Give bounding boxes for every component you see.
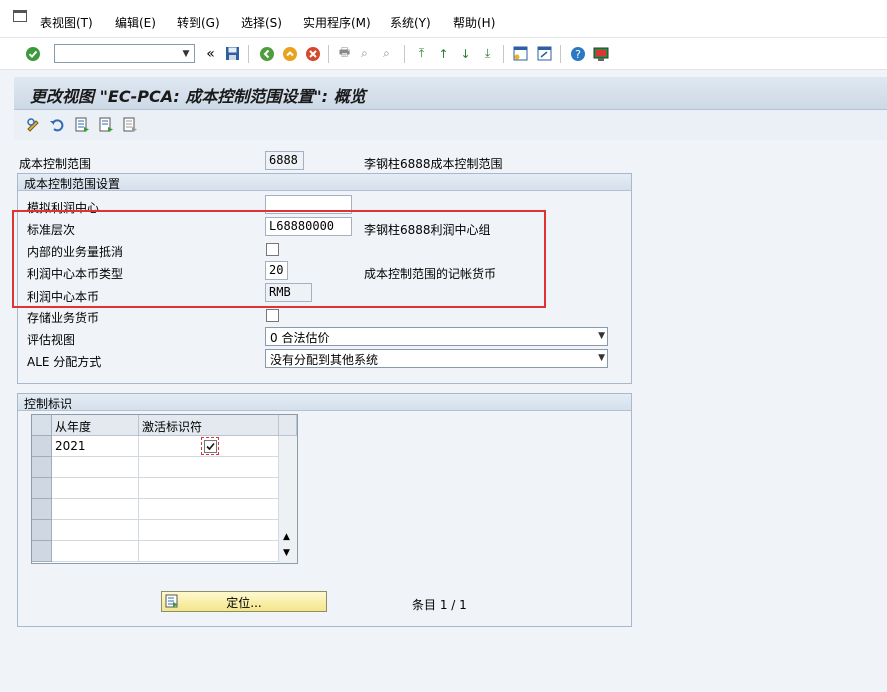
controlling-area-field: 6888 bbox=[265, 151, 304, 170]
settings-group-title: 成本控制范围设置 bbox=[18, 174, 631, 191]
shortcut-icon[interactable] bbox=[536, 45, 553, 62]
active-checkbox[interactable] bbox=[204, 440, 217, 453]
controlling-area-desc: 李钢柱6888成本控制范围 bbox=[364, 157, 503, 171]
position-button[interactable]: 定位... bbox=[161, 591, 327, 612]
table-cell-year[interactable] bbox=[52, 478, 139, 499]
menu-help[interactable]: 帮助(H) bbox=[453, 14, 495, 31]
save-icon[interactable] bbox=[224, 45, 241, 62]
find-icon[interactable]: ⌕ bbox=[356, 45, 373, 62]
help-icon[interactable]: ? bbox=[569, 45, 586, 62]
table-cell-year[interactable]: 2021 bbox=[52, 436, 139, 457]
command-dropdown-icon[interactable]: ▼ bbox=[178, 45, 194, 62]
menu-table-view[interactable]: 表视图(T) bbox=[40, 14, 93, 31]
menu-select[interactable]: 选择(S) bbox=[241, 14, 282, 31]
customize-layout-icon[interactable] bbox=[592, 45, 609, 62]
row-selector[interactable] bbox=[32, 457, 52, 478]
column-header-active-indicator[interactable]: 激活标识符 bbox=[139, 415, 279, 436]
table-cell-active bbox=[139, 436, 279, 457]
page-title: 更改视图 "EC-PCA: 成本控制范围设置": 概览 bbox=[30, 87, 366, 106]
table-select-all[interactable] bbox=[32, 415, 52, 436]
select-all-icon[interactable] bbox=[74, 117, 90, 133]
menu-edit[interactable]: 编辑(E) bbox=[115, 14, 156, 31]
previous-page-icon[interactable]: ↑ bbox=[435, 45, 452, 62]
table-cell-active[interactable] bbox=[139, 520, 279, 541]
command-field[interactable]: ▼ bbox=[54, 44, 195, 63]
title-bar: 更改视图 "EC-PCA: 成本控制范围设置": 概览 bbox=[14, 77, 887, 110]
row-selector[interactable] bbox=[32, 478, 52, 499]
print-icon[interactable]: 🖶 bbox=[336, 45, 353, 62]
create-session-icon[interactable] bbox=[512, 45, 529, 62]
ale-distribution-value: 没有分配到其他系统 bbox=[270, 353, 379, 367]
highlight-box bbox=[12, 210, 546, 308]
table-cell-year[interactable] bbox=[52, 520, 139, 541]
control-table: 从年度 激活标识符 2021 ▲ ▼ bbox=[31, 414, 298, 564]
valuation-view-select[interactable]: 0 合法估价 ▼ bbox=[265, 327, 608, 346]
chevron-down-icon[interactable]: ▼ bbox=[598, 331, 605, 341]
menu-goto[interactable]: 转到(G) bbox=[177, 14, 220, 31]
table-cell-active[interactable] bbox=[139, 541, 279, 562]
position-icon bbox=[165, 594, 179, 608]
valuation-view-label: 评估视图 bbox=[27, 333, 76, 347]
exit-icon[interactable] bbox=[281, 45, 298, 62]
column-settings-icon[interactable] bbox=[279, 415, 297, 436]
deselect-all-icon[interactable] bbox=[122, 117, 138, 133]
ale-distribution-label: ALE 分配方式 bbox=[27, 355, 102, 369]
position-button-label: 定位... bbox=[226, 596, 262, 610]
back-icon[interactable] bbox=[258, 45, 275, 62]
table-cell-active[interactable] bbox=[139, 499, 279, 520]
scroll-down-icon[interactable]: ▼ bbox=[283, 548, 290, 558]
menu-utilities[interactable]: 实用程序(M) bbox=[303, 14, 371, 31]
chevron-left-icon[interactable]: « bbox=[202, 45, 219, 62]
table-cell-year[interactable] bbox=[52, 541, 139, 562]
store-transaction-currency-checkbox[interactable] bbox=[266, 309, 279, 322]
scroll-up-icon[interactable]: ▲ bbox=[283, 532, 290, 542]
row-selector[interactable] bbox=[32, 499, 52, 520]
control-group-title: 控制标识 bbox=[18, 394, 631, 411]
table-cell-year[interactable] bbox=[52, 457, 139, 478]
window-menu-icon[interactable] bbox=[13, 10, 27, 22]
table-cell-active[interactable] bbox=[139, 457, 279, 478]
ale-distribution-select[interactable]: 没有分配到其他系统 ▼ bbox=[265, 349, 608, 368]
enter-icon[interactable] bbox=[24, 45, 41, 62]
table-cell-active[interactable] bbox=[139, 478, 279, 499]
valuation-view-value: 0 合法估价 bbox=[270, 331, 330, 345]
menu-bar: 表视图(T) 编辑(E) 转到(G) 选择(S) 实用程序(M) 系统(Y) 帮… bbox=[0, 0, 887, 38]
vertical-scrollbar[interactable]: ▲ ▼ bbox=[279, 436, 297, 563]
column-header-from-year[interactable]: 从年度 bbox=[52, 415, 139, 436]
entry-counter: 条目 1 / 1 bbox=[412, 598, 467, 612]
first-page-icon[interactable]: ⤒ bbox=[413, 45, 430, 62]
controlling-area-label: 成本控制范围 bbox=[19, 157, 92, 171]
menu-system[interactable]: 系统(Y) bbox=[390, 14, 431, 31]
cancel-icon[interactable] bbox=[304, 45, 321, 62]
standard-toolbar: ▼ « 🖶 ⌕ ⌕ ⤒ ↑ ↓ ⤓ ? bbox=[0, 38, 887, 70]
application-toolbar bbox=[14, 110, 887, 140]
find-next-icon[interactable]: ⌕ bbox=[378, 45, 395, 62]
last-page-icon[interactable]: ⤓ bbox=[479, 45, 496, 62]
select-block-icon[interactable] bbox=[98, 117, 114, 133]
next-page-icon[interactable]: ↓ bbox=[457, 45, 474, 62]
row-selector[interactable] bbox=[32, 436, 52, 457]
row-selector[interactable] bbox=[32, 520, 52, 541]
table-cell-year[interactable] bbox=[52, 499, 139, 520]
display-change-icon[interactable] bbox=[26, 117, 42, 133]
chevron-down-icon[interactable]: ▼ bbox=[598, 353, 605, 363]
svg-text:?: ? bbox=[575, 48, 581, 61]
undo-icon[interactable] bbox=[49, 117, 65, 133]
store-transaction-currency-label: 存储业务货币 bbox=[27, 311, 100, 325]
row-selector[interactable] bbox=[32, 541, 52, 562]
